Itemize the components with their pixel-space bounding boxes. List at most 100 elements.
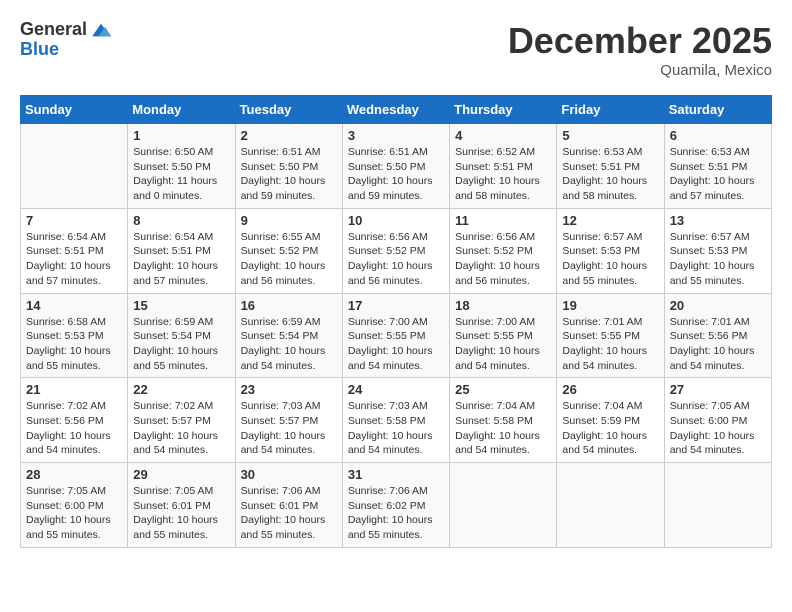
day-info: Sunrise: 7:06 AMSunset: 6:02 PMDaylight:…: [348, 484, 444, 543]
col-header-sunday: Sunday: [21, 96, 128, 124]
day-info: Sunrise: 6:56 AMSunset: 5:52 PMDaylight:…: [348, 230, 444, 289]
day-number: 15: [133, 298, 229, 313]
day-cell: 17 Sunrise: 7:00 AMSunset: 5:55 PMDayligh…: [342, 293, 449, 378]
day-cell: 31 Sunrise: 7:06 AMSunset: 6:02 PMDayligh…: [342, 463, 449, 548]
day-cell: 9 Sunrise: 6:55 AMSunset: 5:52 PMDaylight…: [235, 208, 342, 293]
day-cell: 3 Sunrise: 6:51 AMSunset: 5:50 PMDaylight…: [342, 124, 449, 209]
day-number: 7: [26, 213, 122, 228]
header-row: SundayMondayTuesdayWednesdayThursdayFrid…: [21, 96, 772, 124]
day-cell: 30 Sunrise: 7:06 AMSunset: 6:01 PMDayligh…: [235, 463, 342, 548]
day-number: 5: [562, 128, 658, 143]
day-info: Sunrise: 6:51 AMSunset: 5:50 PMDaylight:…: [348, 145, 444, 204]
day-number: 21: [26, 382, 122, 397]
day-number: 4: [455, 128, 551, 143]
day-info: Sunrise: 7:02 AMSunset: 5:56 PMDaylight:…: [26, 399, 122, 458]
day-info: Sunrise: 7:01 AMSunset: 5:56 PMDaylight:…: [670, 315, 766, 374]
day-info: Sunrise: 6:59 AMSunset: 5:54 PMDaylight:…: [241, 315, 337, 374]
day-cell: 8 Sunrise: 6:54 AMSunset: 5:51 PMDaylight…: [128, 208, 235, 293]
day-number: 26: [562, 382, 658, 397]
day-number: 30: [241, 467, 337, 482]
day-number: 9: [241, 213, 337, 228]
day-number: 10: [348, 213, 444, 228]
logo-icon: [89, 20, 113, 40]
day-cell: 5 Sunrise: 6:53 AMSunset: 5:51 PMDaylight…: [557, 124, 664, 209]
col-header-tuesday: Tuesday: [235, 96, 342, 124]
col-header-thursday: Thursday: [450, 96, 557, 124]
day-number: 8: [133, 213, 229, 228]
day-cell: 29Sunrise: 7:05 AMSunset: 6:01 PMDayligh…: [128, 463, 235, 548]
day-cell: 10 Sunrise: 6:56 AMSunset: 5:52 PMDayligh…: [342, 208, 449, 293]
col-header-wednesday: Wednesday: [342, 96, 449, 124]
page-header: General Blue December 2025 Quamila, Mexi…: [20, 20, 772, 79]
day-cell: 12 Sunrise: 6:57 AMSunset: 5:53 PMDayligh…: [557, 208, 664, 293]
day-number: 11: [455, 213, 551, 228]
day-cell: 16 Sunrise: 6:59 AMSunset: 5:54 PMDayligh…: [235, 293, 342, 378]
day-number: 1: [133, 128, 229, 143]
day-info: Sunrise: 7:03 AMSunset: 5:58 PMDaylight:…: [348, 399, 444, 458]
day-cell: [450, 463, 557, 548]
logo-blue-text: Blue: [20, 40, 113, 60]
day-cell: 27Sunrise: 7:05 AMSunset: 6:00 PMDayligh…: [664, 378, 771, 463]
day-info: Sunrise: 7:05 AMSunset: 6:00 PMDaylight:…: [26, 484, 122, 543]
day-cell: 22 Sunrise: 7:02 AMSunset: 5:57 PMDayligh…: [128, 378, 235, 463]
day-cell: 15Sunrise: 6:59 AMSunset: 5:54 PMDayligh…: [128, 293, 235, 378]
day-cell: [664, 463, 771, 548]
day-info: Sunrise: 6:57 AMSunset: 5:53 PMDaylight:…: [562, 230, 658, 289]
day-number: 2: [241, 128, 337, 143]
week-row-4: 21 Sunrise: 7:02 AMSunset: 5:56 PMDayligh…: [21, 378, 772, 463]
day-cell: 20 Sunrise: 7:01 AMSunset: 5:56 PMDayligh…: [664, 293, 771, 378]
day-info: Sunrise: 6:58 AMSunset: 5:53 PMDaylight:…: [26, 315, 122, 374]
day-cell: 18 Sunrise: 7:00 AMSunset: 5:55 PMDayligh…: [450, 293, 557, 378]
day-cell: 13Sunrise: 6:57 AMSunset: 5:53 PMDayligh…: [664, 208, 771, 293]
day-cell: [557, 463, 664, 548]
location: Quamila, Mexico: [508, 62, 772, 79]
day-info: Sunrise: 6:54 AMSunset: 5:51 PMDaylight:…: [26, 230, 122, 289]
day-cell: 28 Sunrise: 7:05 AMSunset: 6:00 PMDayligh…: [21, 463, 128, 548]
col-header-saturday: Saturday: [664, 96, 771, 124]
day-number: 16: [241, 298, 337, 313]
day-number: 14: [26, 298, 122, 313]
day-number: 23: [241, 382, 337, 397]
day-cell: 21 Sunrise: 7:02 AMSunset: 5:56 PMDayligh…: [21, 378, 128, 463]
day-number: 19: [562, 298, 658, 313]
day-cell: 25Sunrise: 7:04 AMSunset: 5:58 PMDayligh…: [450, 378, 557, 463]
day-number: 18: [455, 298, 551, 313]
day-number: 3: [348, 128, 444, 143]
day-number: 20: [670, 298, 766, 313]
day-cell: 14 Sunrise: 6:58 AMSunset: 5:53 PMDayligh…: [21, 293, 128, 378]
day-cell: 6Sunrise: 6:53 AMSunset: 5:51 PMDaylight…: [664, 124, 771, 209]
week-row-3: 14 Sunrise: 6:58 AMSunset: 5:53 PMDayligh…: [21, 293, 772, 378]
logo: General Blue: [20, 20, 113, 60]
day-info: Sunrise: 6:52 AMSunset: 5:51 PMDaylight:…: [455, 145, 551, 204]
day-number: 17: [348, 298, 444, 313]
day-info: Sunrise: 7:06 AMSunset: 6:01 PMDaylight:…: [241, 484, 337, 543]
day-info: Sunrise: 6:51 AMSunset: 5:50 PMDaylight:…: [241, 145, 337, 204]
day-number: 28: [26, 467, 122, 482]
day-number: 12: [562, 213, 658, 228]
day-number: 24: [348, 382, 444, 397]
day-info: Sunrise: 6:54 AMSunset: 5:51 PMDaylight:…: [133, 230, 229, 289]
day-cell: 19 Sunrise: 7:01 AMSunset: 5:55 PMDayligh…: [557, 293, 664, 378]
day-cell: [21, 124, 128, 209]
day-cell: 2 Sunrise: 6:51 AMSunset: 5:50 PMDaylight…: [235, 124, 342, 209]
day-info: Sunrise: 7:03 AMSunset: 5:57 PMDaylight:…: [241, 399, 337, 458]
day-info: Sunrise: 6:55 AMSunset: 5:52 PMDaylight:…: [241, 230, 337, 289]
day-info: Sunrise: 7:04 AMSunset: 5:59 PMDaylight:…: [562, 399, 658, 458]
day-info: Sunrise: 7:00 AMSunset: 5:55 PMDaylight:…: [455, 315, 551, 374]
day-number: 25: [455, 382, 551, 397]
day-number: 22: [133, 382, 229, 397]
day-cell: 1Sunrise: 6:50 AMSunset: 5:50 PMDaylight…: [128, 124, 235, 209]
day-info: Sunrise: 6:53 AMSunset: 5:51 PMDaylight:…: [562, 145, 658, 204]
day-info: Sunrise: 7:05 AMSunset: 6:01 PMDaylight:…: [133, 484, 229, 543]
day-cell: 11Sunrise: 6:56 AMSunset: 5:52 PMDayligh…: [450, 208, 557, 293]
day-info: Sunrise: 7:02 AMSunset: 5:57 PMDaylight:…: [133, 399, 229, 458]
week-row-1: 1Sunrise: 6:50 AMSunset: 5:50 PMDaylight…: [21, 124, 772, 209]
month-title: December 2025: [508, 20, 772, 62]
day-cell: 7 Sunrise: 6:54 AMSunset: 5:51 PMDaylight…: [21, 208, 128, 293]
day-number: 31: [348, 467, 444, 482]
day-cell: 23 Sunrise: 7:03 AMSunset: 5:57 PMDayligh…: [235, 378, 342, 463]
day-info: Sunrise: 7:01 AMSunset: 5:55 PMDaylight:…: [562, 315, 658, 374]
day-number: 6: [670, 128, 766, 143]
day-info: Sunrise: 7:00 AMSunset: 5:55 PMDaylight:…: [348, 315, 444, 374]
week-row-5: 28 Sunrise: 7:05 AMSunset: 6:00 PMDayligh…: [21, 463, 772, 548]
